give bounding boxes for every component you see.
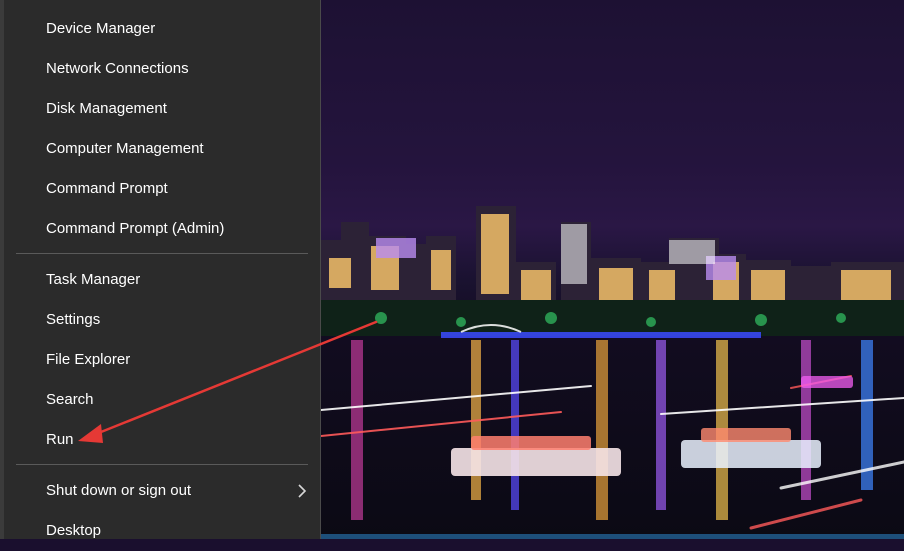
menu-item-desktop[interactable]: Desktop	[4, 511, 320, 551]
menu-item-settings[interactable]: Settings	[4, 300, 320, 340]
wallpaper-cityscape-image	[321, 206, 904, 530]
menu-item-file-explorer[interactable]: File Explorer	[4, 340, 320, 380]
desktop-wallpaper	[321, 0, 904, 539]
menu-item-disk-management[interactable]: Disk Management	[4, 89, 320, 129]
menu-item-label: Task Manager	[46, 271, 141, 288]
menu-item-computer-management[interactable]: Computer Management	[4, 129, 320, 169]
menu-item-label: Shut down or sign out	[46, 482, 192, 499]
menu-item-label: Disk Management	[46, 100, 167, 117]
menu-item-search[interactable]: Search	[4, 380, 320, 420]
menu-item-run[interactable]: Run	[4, 420, 320, 460]
menu-item-label: Computer Management	[46, 140, 204, 157]
menu-item-label: Network Connections	[46, 60, 189, 77]
menu-item-network-connections[interactable]: Network Connections	[4, 49, 320, 89]
menu-separator	[16, 464, 308, 465]
taskbar-strip	[321, 534, 904, 539]
menu-item-label: Command Prompt (Admin)	[46, 220, 225, 237]
menu-item-label: Settings	[46, 311, 101, 328]
menu-item-label: Command Prompt	[46, 180, 168, 197]
menu-item-command-prompt-admin[interactable]: Command Prompt (Admin)	[4, 209, 320, 249]
menu-item-device-manager[interactable]: Device Manager	[4, 9, 320, 49]
menu-separator	[16, 253, 308, 254]
quick-link-menu: Device Manager Network Connections Disk …	[4, 0, 321, 539]
menu-item-label: Run	[46, 431, 74, 448]
menu-item-task-manager[interactable]: Task Manager	[4, 260, 320, 300]
menu-item-label: File Explorer	[46, 351, 131, 368]
menu-item-shut-down-or-sign-out[interactable]: Shut down or sign out	[4, 471, 320, 511]
menu-item-label: Search	[46, 391, 94, 408]
menu-item-command-prompt[interactable]: Command Prompt	[4, 169, 320, 209]
menu-item-label: Desktop	[46, 522, 102, 539]
chevron-right-icon	[298, 484, 307, 498]
menu-item-label: Device Manager	[46, 20, 156, 37]
